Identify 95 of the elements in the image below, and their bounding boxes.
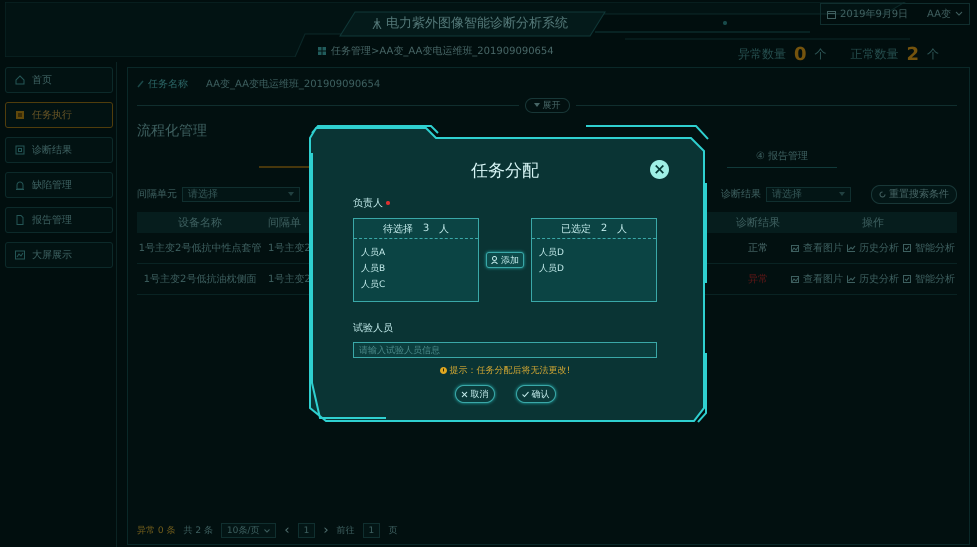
- goto-field[interactable]: 1: [362, 523, 380, 538]
- list-item[interactable]: 人员D: [539, 262, 656, 275]
- tower-icon: [372, 18, 382, 28]
- select-field[interactable]: 请选择: [766, 186, 851, 202]
- prev-button[interactable]: ‹: [284, 523, 290, 538]
- chevron-down-icon: [955, 11, 963, 17]
- stat-label: 正常数量: [850, 46, 898, 63]
- filter-label: 间隔单元: [137, 188, 177, 201]
- nav-item[interactable]: 报告管理: [5, 207, 113, 233]
- list-count: 3: [422, 223, 430, 234]
- field-label: 试验人员: [353, 322, 394, 335]
- image-icon: [791, 244, 800, 252]
- column-header: 设备名称: [177, 215, 223, 230]
- dialog-title: 任务分配: [471, 160, 539, 182]
- person-icon: [491, 256, 498, 264]
- calendar-icon: [827, 10, 836, 18]
- status-text: 正常: [747, 242, 769, 255]
- document-icon: [14, 214, 26, 226]
- date-selector[interactable]: 2019年9月9日 AA变: [820, 3, 970, 25]
- expand-button[interactable]: 展开: [524, 98, 570, 112]
- image-icon: [791, 274, 800, 284]
- select-field[interactable]: 请选择: [182, 186, 300, 202]
- count-unit: 人: [439, 222, 450, 236]
- grid-icon: [318, 47, 326, 55]
- stat-unit: 个: [814, 46, 826, 63]
- list-icon: [14, 109, 26, 121]
- list-item[interactable]: 人员C: [361, 278, 478, 291]
- column-header: 间隔单: [267, 215, 302, 230]
- line-chart-icon: [847, 274, 856, 284]
- stat-label: 异常数量: [738, 46, 786, 63]
- action-link[interactable]: 历史分析: [847, 241, 899, 255]
- caret-down-icon: [534, 103, 540, 107]
- count-unit: 人: [617, 222, 628, 236]
- hint-text: 提示：任务分配后将无法更改!: [450, 364, 570, 377]
- filter-label: 诊断结果: [721, 188, 761, 201]
- station-text: AA变: [927, 8, 951, 21]
- field-label: 任务名称: [148, 78, 188, 91]
- app-title: 电力紫外图像智能诊断分析系统: [386, 15, 568, 32]
- page-size-select[interactable]: 10条/页: [220, 523, 276, 538]
- task-name: AA变_AA变电运维班_201909090654: [206, 78, 380, 91]
- home-icon: [14, 74, 26, 86]
- chevron-down-icon: [264, 528, 270, 532]
- table-cell-text: 1号主变2号低抗中性点套管: [138, 242, 262, 255]
- warning-icon: [440, 367, 447, 374]
- input-field[interactable]: 请输入试验人员信息: [353, 342, 657, 358]
- nav-item[interactable]: 大屏展示: [5, 242, 113, 268]
- section-title: 流程化管理: [137, 122, 208, 140]
- next-button[interactable]: ›: [323, 523, 329, 538]
- action-link[interactable]: 智能分析: [903, 272, 955, 286]
- nav-item[interactable]: 任务执行: [5, 102, 113, 128]
- stat-value: 0: [794, 44, 806, 65]
- pencil-icon: [137, 80, 144, 88]
- list-title: 待选择: [382, 222, 413, 236]
- nav-item[interactable]: 缺陷管理: [5, 172, 113, 198]
- action-link[interactable]: 智能分析: [903, 241, 955, 255]
- abnormal-count: 异常 0 条: [137, 524, 176, 537]
- checkbox-icon: [903, 244, 912, 252]
- total-count: 共 2 条: [183, 524, 213, 537]
- caret-down-icon: [288, 192, 294, 196]
- date-text: 2019年9月9日: [840, 8, 908, 21]
- goto-label: 前往: [336, 524, 355, 537]
- square-icon: [14, 144, 26, 156]
- nav-item[interactable]: 诊断结果: [5, 137, 113, 163]
- list-item[interactable]: 人员A: [361, 246, 478, 259]
- page-number[interactable]: 1: [298, 523, 316, 538]
- list-count: 2: [600, 223, 608, 234]
- table-cell-text: 1号主变2号低抗油枕侧面: [142, 272, 258, 286]
- action-link[interactable]: 查看图片: [791, 272, 843, 286]
- line-chart-icon: [847, 244, 856, 252]
- status-text: 异常: [747, 272, 769, 286]
- field-label: 负责人: [353, 196, 383, 210]
- list-item[interactable]: 人员D: [539, 246, 656, 259]
- list-title: 已选定: [560, 222, 591, 236]
- stat-unit: 个: [927, 46, 939, 63]
- check-icon: [522, 390, 528, 398]
- stat-value: 2: [906, 44, 919, 65]
- line-chart-icon: [14, 249, 26, 261]
- page-label: 页: [388, 525, 398, 537]
- column-header: 诊断结果: [735, 215, 781, 230]
- step-tab[interactable]: ④ 报告管理: [727, 149, 837, 168]
- action-link[interactable]: 历史分析: [847, 272, 899, 286]
- add-button[interactable]: 添加: [486, 252, 524, 268]
- caret-down-icon: [839, 192, 845, 196]
- bell-icon: [14, 179, 26, 191]
- nav-item[interactable]: 首页: [5, 67, 113, 93]
- checkbox-icon: [903, 274, 912, 284]
- refresh-icon: [879, 190, 886, 198]
- action-link[interactable]: 查看图片: [791, 241, 843, 255]
- reset-button[interactable]: 重置搜索条件: [871, 184, 957, 204]
- confirm-button[interactable]: 确认: [516, 385, 556, 403]
- close-icon: [460, 390, 468, 398]
- list-item[interactable]: 人员B: [361, 262, 478, 275]
- column-header: 操作: [861, 215, 885, 230]
- cancel-button[interactable]: 取消: [454, 385, 494, 403]
- breadcrumb: 任务管理>AA变_AA变电运维班_201909090654: [331, 44, 554, 58]
